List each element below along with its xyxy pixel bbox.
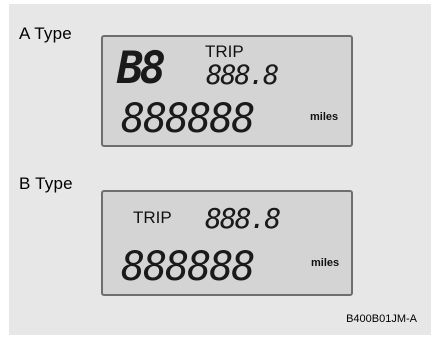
- figure-panel: A Type B8 TRIP 888.8 888888 miles B Type…: [9, 4, 431, 335]
- type-b-display: TRIP 888.8 888888 miles: [101, 190, 353, 296]
- type-b-label: B Type: [19, 174, 73, 193]
- type-b-unit-label: miles: [311, 257, 340, 269]
- figure-code: B400B01JM-A: [346, 313, 417, 325]
- type-a-display: B8 TRIP 888.8 888888 miles: [101, 35, 353, 147]
- type-a-unit-label: miles: [310, 111, 339, 123]
- type-b-odometer-digits: 888888: [121, 244, 255, 290]
- type-a-odometer-digits: 888888: [121, 96, 255, 142]
- type-b-trip-digits: 888.8: [205, 202, 281, 235]
- type-a-gear-digits: B8: [117, 43, 166, 94]
- type-a-label: A Type: [19, 24, 72, 43]
- type-a-trip-digits: 888.8: [206, 60, 279, 91]
- type-b-trip-label: TRIP: [133, 208, 172, 227]
- type-a-trip-label: TRIP: [205, 42, 244, 61]
